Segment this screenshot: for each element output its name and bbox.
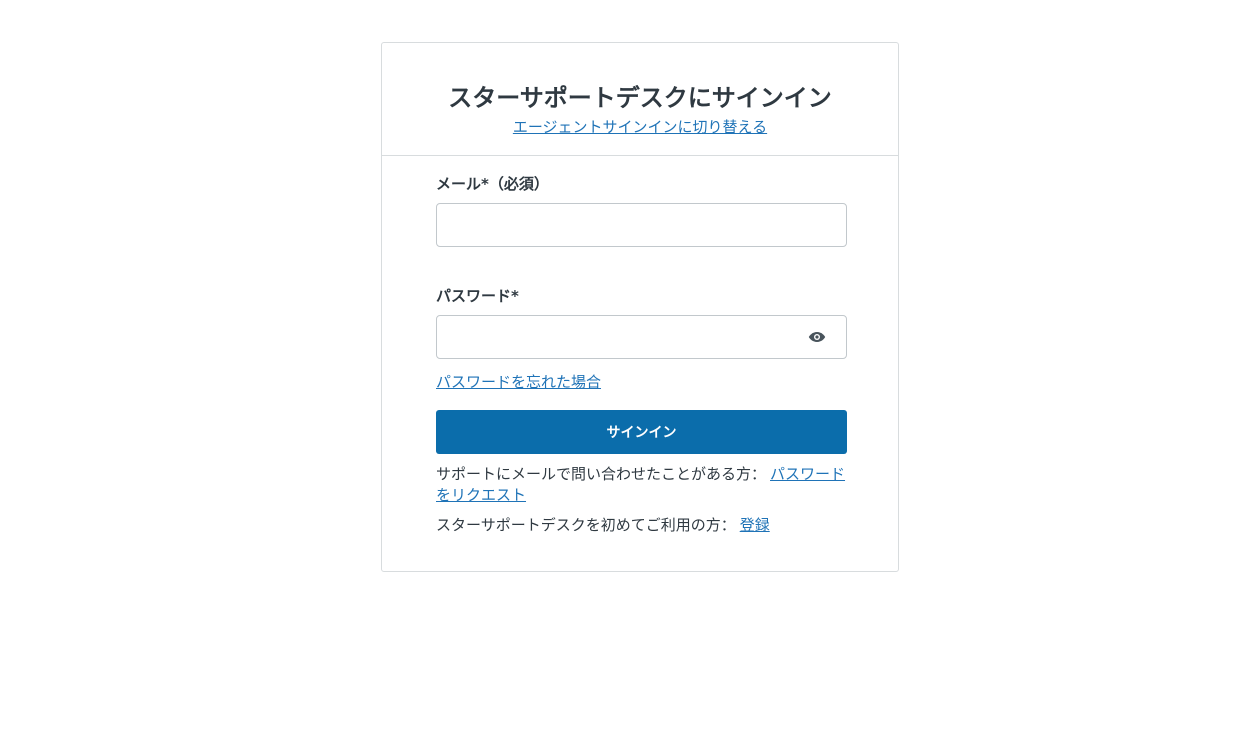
- password-label: パスワード*: [436, 287, 519, 305]
- password-input-wrap: [436, 315, 847, 359]
- register-text: スターサポートデスクを初めてご利用の方：: [436, 516, 736, 534]
- register-info: スターサポートデスクを初めてご利用の方： 登録: [436, 515, 847, 536]
- email-input[interactable]: [436, 203, 847, 247]
- card-header: スターサポートデスクにサインイン エージェントサインインに切り替える: [382, 43, 898, 156]
- password-group: パスワード*: [436, 286, 847, 359]
- register-link[interactable]: 登録: [740, 516, 770, 534]
- email-input-wrap: [436, 203, 847, 247]
- sign-in-button[interactable]: サインイン: [436, 410, 847, 454]
- forgot-password-link[interactable]: パスワードを忘れた場合: [436, 372, 601, 392]
- sign-in-card: スターサポートデスクにサインイン エージェントサインインに切り替える メール*（…: [381, 42, 899, 572]
- agent-signin-switch-link[interactable]: エージェントサインインに切り替える: [513, 117, 767, 137]
- request-password-info: サポートにメールで問い合わせたことがある方： パスワードをリクエスト: [436, 464, 847, 506]
- password-visibility-toggle[interactable]: [807, 327, 827, 347]
- email-label: メール*（必須）: [436, 175, 549, 193]
- sign-in-form: メール*（必須） パスワード* パスワードを忘れた場合 サインイン サポートにメ…: [382, 156, 898, 536]
- eye-icon: [808, 332, 826, 342]
- page-title: スターサポートデスクにサインイン: [448, 84, 832, 112]
- password-input[interactable]: [436, 315, 847, 359]
- request-password-text: サポートにメールで問い合わせたことがある方：: [436, 465, 767, 483]
- email-group: メール*（必須）: [436, 174, 847, 247]
